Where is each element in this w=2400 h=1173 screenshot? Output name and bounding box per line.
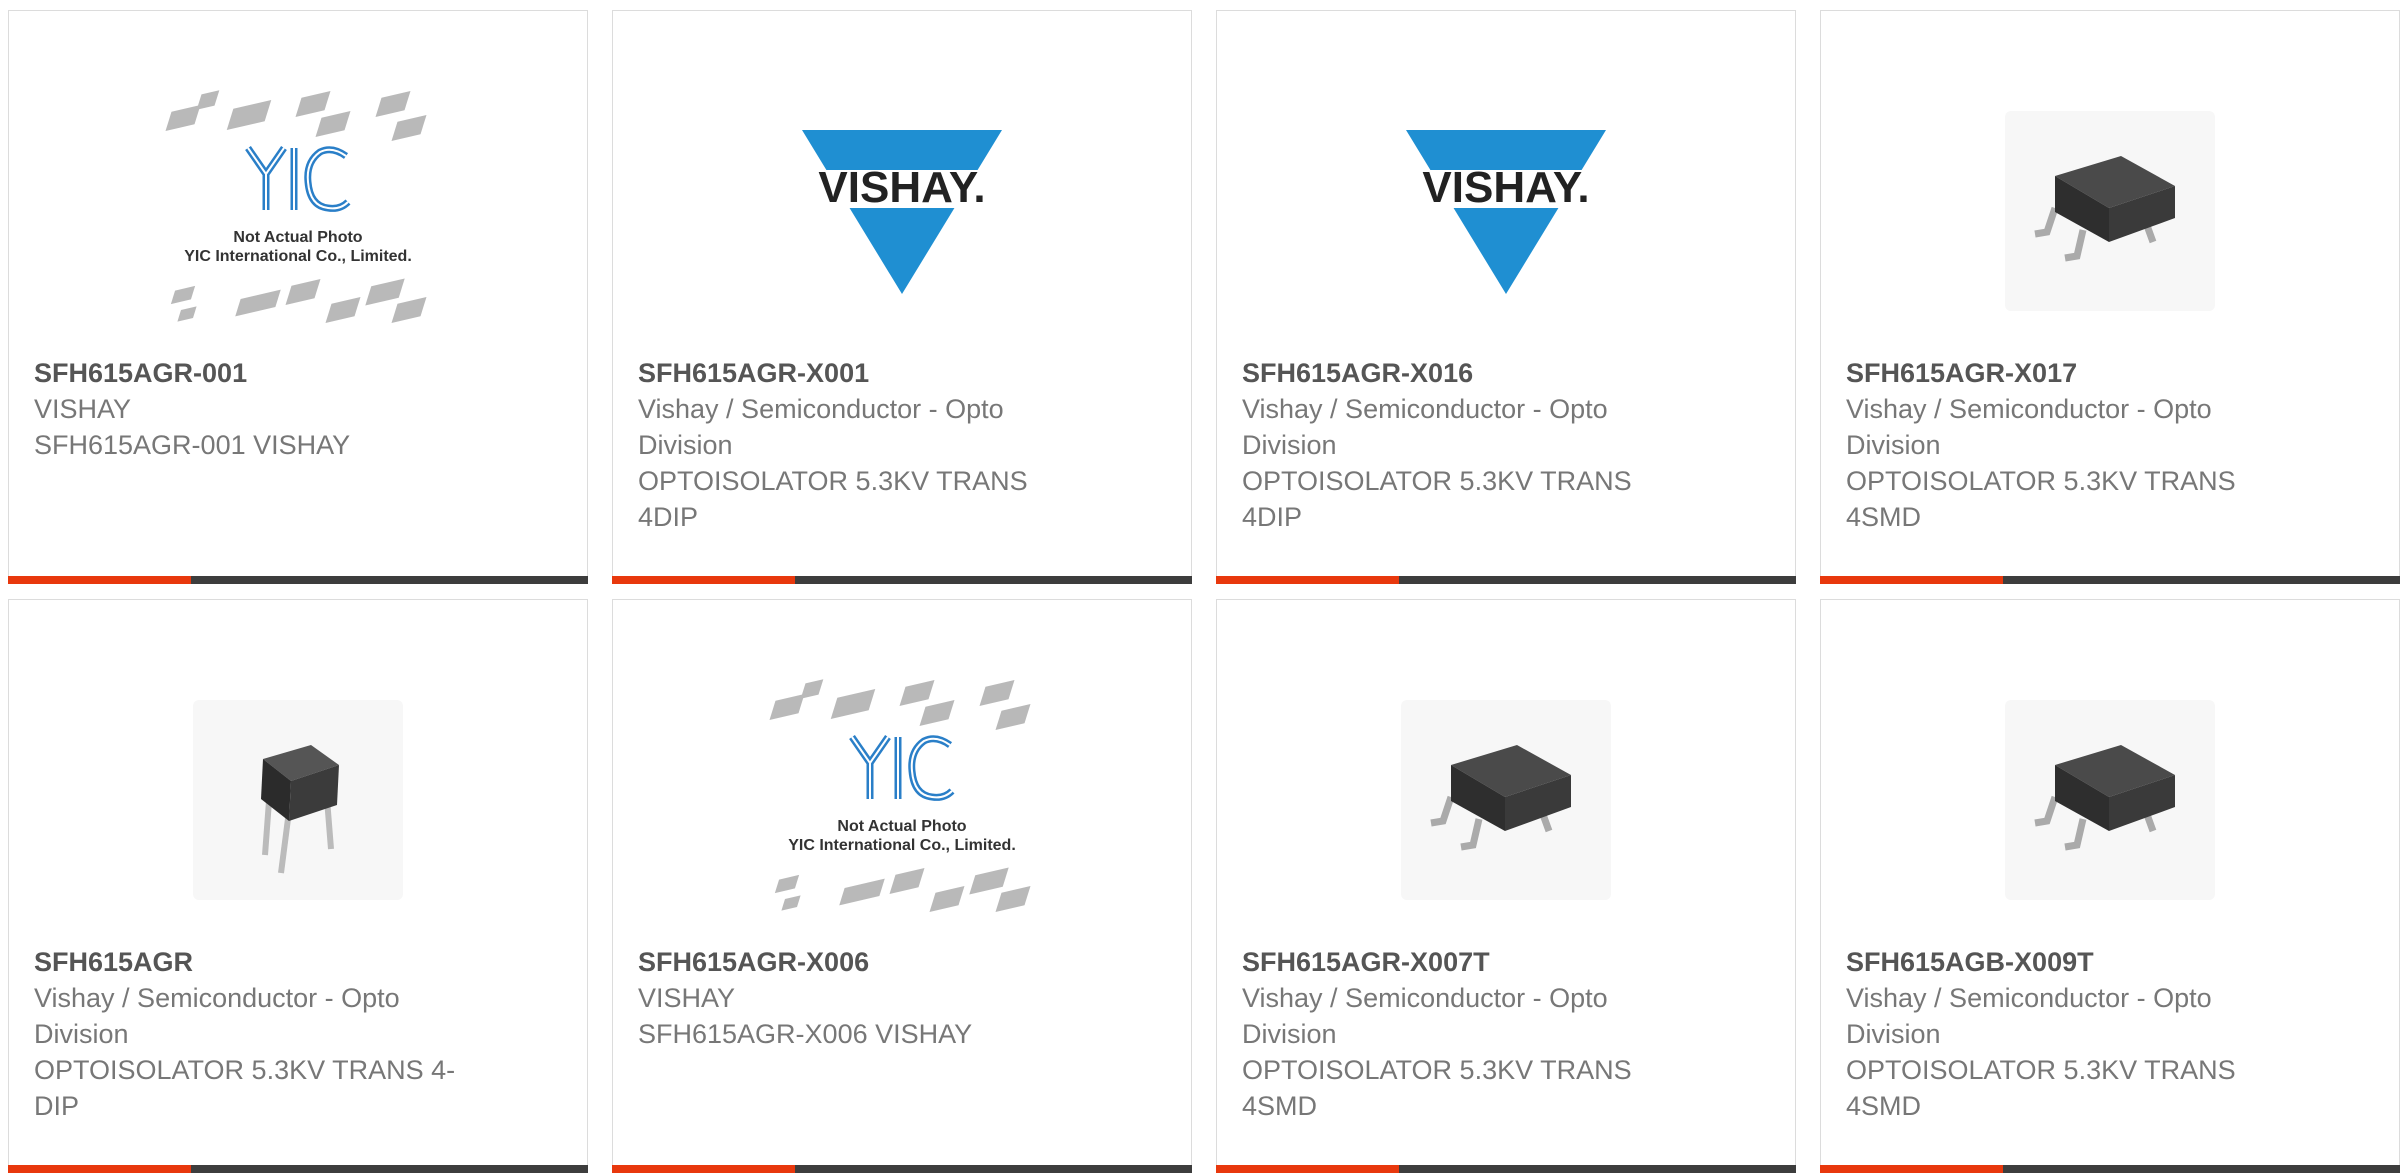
dip-chip-image <box>193 700 403 900</box>
optoisolator-smd-icon <box>2034 156 2175 262</box>
card-bottom-bar <box>1216 1165 1796 1173</box>
yic-placeholder-image: Not Actual Photo YIC International Co., … <box>160 88 436 334</box>
product-card[interactable]: Not Actual Photo YIC International Co., … <box>8 10 588 584</box>
description: OPTOISOLATOR 5.3KV TRANS 4SMD <box>1846 466 2236 532</box>
product-card[interactable]: SFH615AGR-X017 Vishay / Semiconductor - … <box>1820 10 2400 584</box>
part-number[interactable]: SFH615AGB-X009T <box>1846 944 2276 980</box>
description: SFH615AGR-X006 VISHAY <box>638 1019 973 1049</box>
card-bottom-bar <box>612 1165 1192 1173</box>
product-card[interactable]: SFH615AGR Vishay / Semiconductor - Opto … <box>8 599 588 1173</box>
smd-chip-image <box>1401 700 1611 900</box>
card-bottom-bar <box>1820 576 2400 584</box>
product-grid: Not Actual Photo YIC International Co., … <box>0 0 2400 1173</box>
yic-placeholder-image: Not Actual Photo YIC International Co., … <box>764 677 1040 923</box>
product-image[interactable]: VISHAY. <box>1217 73 1795 349</box>
product-image[interactable] <box>9 662 587 938</box>
part-number[interactable]: SFH615AGR-001 <box>34 355 464 391</box>
image-caption: Not Actual Photo <box>233 229 363 246</box>
card-bottom-bar <box>1820 1165 2400 1173</box>
svg-text:VISHAY.: VISHAY. <box>1422 163 1589 212</box>
manufacturer: Vishay / Semiconductor - Opto Division <box>1846 983 2212 1049</box>
yic-logo-icon <box>245 146 351 212</box>
card-bottom-bar <box>1216 576 1796 584</box>
part-number[interactable]: SFH615AGR-X017 <box>1846 355 2276 391</box>
product-image[interactable]: VISHAY. <box>613 73 1191 349</box>
description: OPTOISOLATOR 5.3KV TRANS 4DIP <box>1242 466 1632 532</box>
product-image[interactable] <box>1821 73 2399 349</box>
product-card[interactable]: VISHAY. SFH615AGR-X016 Vishay / Semicond… <box>1216 10 1796 584</box>
manufacturer: Vishay / Semiconductor - Opto Division <box>1242 983 1608 1049</box>
product-image[interactable] <box>1217 662 1795 938</box>
product-card[interactable]: VISHAY. SFH615AGR-X001 Vishay / Semicond… <box>612 10 1192 584</box>
image-caption: YIC International Co., Limited. <box>184 248 412 265</box>
yic-logo-icon <box>849 735 955 801</box>
product-card[interactable]: SFH615AGR-X007T Vishay / Semiconductor -… <box>1216 599 1796 1173</box>
part-number[interactable]: SFH615AGR-X007T <box>1242 944 1672 980</box>
product-image[interactable]: Not Actual Photo YIC International Co., … <box>9 73 587 349</box>
manufacturer: Vishay / Semiconductor - Opto Division <box>34 983 400 1049</box>
card-bottom-bar <box>8 1165 588 1173</box>
optoisolator-smd-icon <box>2034 745 2175 851</box>
part-number[interactable]: SFH615AGR-X006 <box>638 944 1068 980</box>
description: OPTOISOLATOR 5.3KV TRANS 4SMD <box>1846 1055 2236 1121</box>
part-number[interactable]: SFH615AGR <box>34 944 464 980</box>
product-card[interactable]: Not Actual Photo YIC International Co., … <box>612 599 1192 1173</box>
description: OPTOISOLATOR 5.3KV TRANS 4-DIP <box>34 1055 456 1121</box>
card-bottom-bar <box>612 576 1192 584</box>
card-bottom-bar <box>8 576 588 584</box>
vishay-logo-icon: VISHAY. <box>802 130 1002 294</box>
description: OPTOISOLATOR 5.3KV TRANS 4SMD <box>1242 1055 1632 1121</box>
smd-chip-image <box>2005 111 2215 311</box>
optoisolator-dip-icon <box>261 745 339 874</box>
smd-chip-image <box>2005 700 2215 900</box>
description: SFH615AGR-001 VISHAY <box>34 430 351 460</box>
manufacturer: Vishay / Semiconductor - Opto Division <box>1846 394 2212 460</box>
image-caption: YIC International Co., Limited. <box>788 837 1016 854</box>
part-number[interactable]: SFH615AGR-X001 <box>638 355 1068 391</box>
manufacturer: Vishay / Semiconductor - Opto Division <box>638 394 1004 460</box>
image-caption: Not Actual Photo <box>837 818 967 835</box>
manufacturer: VISHAY <box>34 394 132 424</box>
product-image[interactable] <box>1821 662 2399 938</box>
svg-text:VISHAY.: VISHAY. <box>818 163 985 212</box>
product-image[interactable]: Not Actual Photo YIC International Co., … <box>613 662 1191 938</box>
description: OPTOISOLATOR 5.3KV TRANS 4DIP <box>638 466 1028 532</box>
manufacturer: VISHAY <box>638 983 736 1013</box>
vishay-logo-icon: VISHAY. <box>1406 130 1606 294</box>
manufacturer: Vishay / Semiconductor - Opto Division <box>1242 394 1608 460</box>
part-number[interactable]: SFH615AGR-X016 <box>1242 355 1672 391</box>
optoisolator-smd-icon <box>1430 745 1571 851</box>
product-card[interactable]: SFH615AGB-X009T Vishay / Semiconductor -… <box>1820 599 2400 1173</box>
